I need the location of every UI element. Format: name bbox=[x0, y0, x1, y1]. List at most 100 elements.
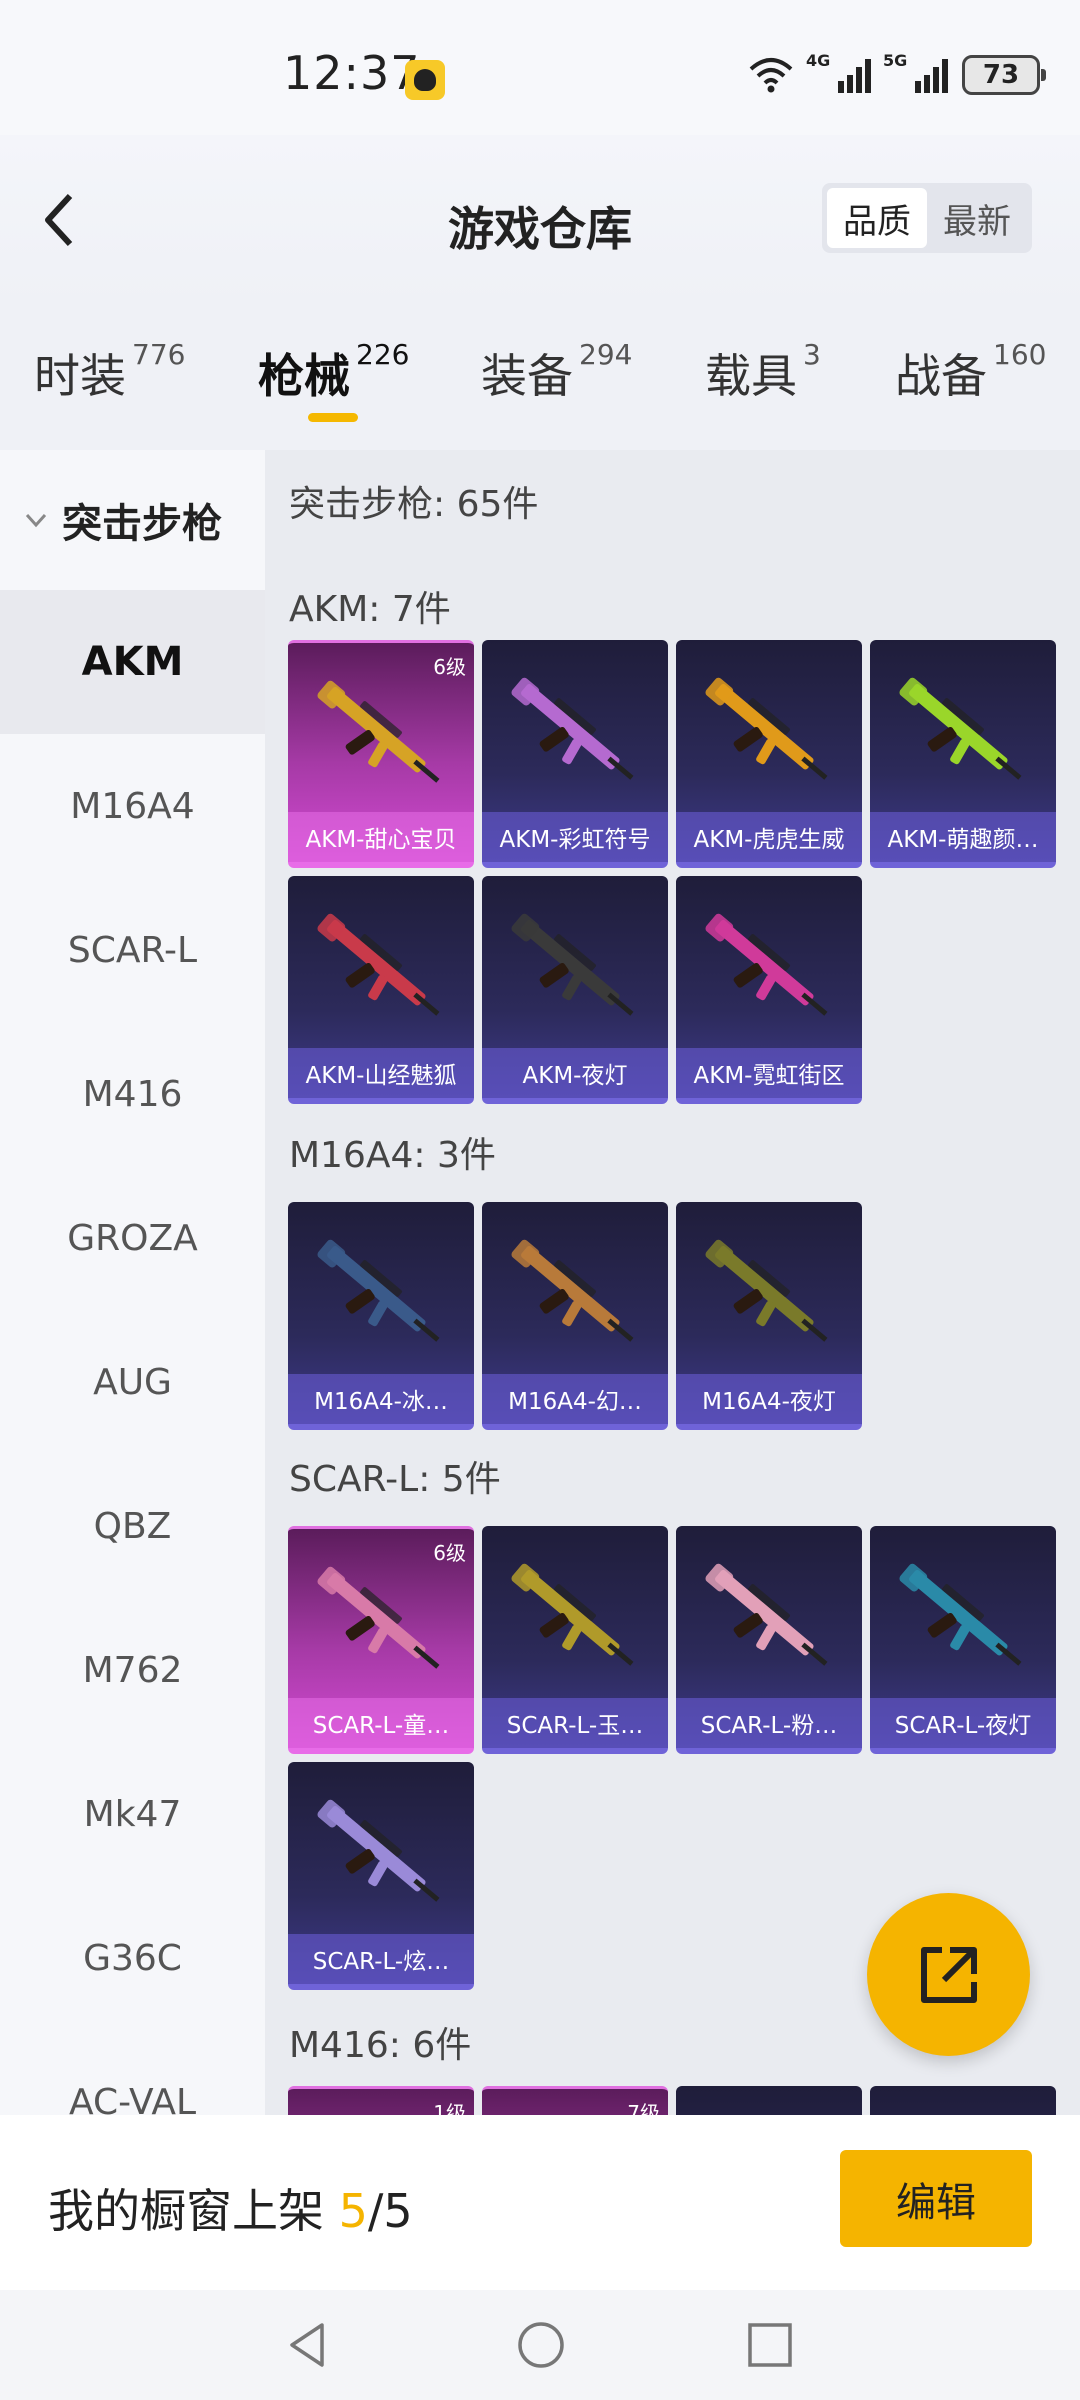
rifle-icon bbox=[705, 677, 828, 780]
tab-count: 226 bbox=[356, 338, 410, 371]
weapon-skin-name: AKM-甜心宝贝 bbox=[288, 812, 474, 862]
tab-count: 160 bbox=[993, 338, 1047, 371]
rifle-icon bbox=[694, 2106, 844, 2115]
tab-count: 294 bbox=[579, 338, 633, 371]
weapon-skin-card[interactable] bbox=[870, 2086, 1056, 2115]
nav-recents-icon[interactable] bbox=[740, 2315, 800, 2375]
tab-count: 3 bbox=[803, 338, 821, 371]
weapon-skin-name: SCAR-L-炫… bbox=[288, 1934, 474, 1984]
active-tab-indicator bbox=[308, 413, 358, 422]
weapon-skin-name: M16A4-夜灯 bbox=[676, 1374, 862, 1424]
rifle-icon bbox=[317, 913, 440, 1016]
tab-equipment[interactable]: 装备 294 bbox=[481, 338, 633, 406]
signal-4g-label: 4G bbox=[806, 51, 831, 70]
signal-4g-icon: 4G bbox=[806, 51, 871, 93]
status-bar: 12:37 4G 5G 73 bbox=[0, 0, 1080, 135]
weapon-skin-card[interactable]: 6级 SCAR-L-童… bbox=[288, 1526, 474, 1754]
nav-back-icon[interactable] bbox=[278, 2315, 338, 2375]
wifi-icon bbox=[749, 58, 793, 93]
sidebar-item-akm[interactable]: AKM bbox=[0, 590, 265, 734]
sidebar-item-mk47[interactable]: Mk47 bbox=[0, 1742, 265, 1886]
weapon-skin-name: AKM-彩虹符号 bbox=[482, 812, 668, 862]
weapon-skin-card[interactable]: AKM-夜灯 bbox=[482, 876, 668, 1104]
system-nav-bar bbox=[0, 2290, 1080, 2400]
level-badge: 7级 bbox=[627, 2101, 660, 2115]
group-title: M416: 6件 bbox=[289, 2025, 472, 2066]
sidebar-item-m762[interactable]: M762 bbox=[0, 1598, 265, 1742]
group-title: SCAR-L: 5件 bbox=[289, 1459, 501, 1500]
chevron-down-icon bbox=[25, 513, 47, 528]
weapon-skin-card[interactable]: AKM-山经魅狐 bbox=[288, 876, 474, 1104]
weapon-skin-card[interactable]: AKM-萌趣颜… bbox=[870, 640, 1056, 868]
weapon-skin-card[interactable]: 6级 AKM-甜心宝贝 bbox=[288, 640, 474, 868]
weapon-skin-name: SCAR-L-粉… bbox=[676, 1698, 862, 1748]
rifle-icon bbox=[899, 1563, 1022, 1666]
weapon-skin-card[interactable]: SCAR-L-炫… bbox=[288, 1762, 474, 1990]
nav-home-icon[interactable] bbox=[511, 2315, 571, 2375]
weapon-skin-card[interactable]: AKM-霓虹街区 bbox=[676, 876, 862, 1104]
rifle-icon bbox=[317, 1566, 440, 1669]
sort-quality-button[interactable]: 品质 bbox=[827, 188, 927, 248]
rifle-icon bbox=[317, 1239, 440, 1342]
sidebar-item-m416[interactable]: M416 bbox=[0, 1022, 265, 1166]
level-badge: 1级 bbox=[433, 2101, 466, 2115]
weapon-skin-name: AKM-夜灯 bbox=[482, 1048, 668, 1098]
tab-weapons[interactable]: 枪械 226 bbox=[258, 338, 410, 406]
weapon-skin-card[interactable]: AKM-彩虹符号 bbox=[482, 640, 668, 868]
tab-label: 装备 bbox=[481, 349, 573, 403]
weapon-skin-card[interactable]: SCAR-L-夜灯 bbox=[870, 1526, 1056, 1754]
weapon-skin-card[interactable]: 7级 bbox=[482, 2086, 668, 2115]
weapon-skin-card[interactable]: AKM-虎虎生威 bbox=[676, 640, 862, 868]
sort-toggle: 品质 最新 bbox=[822, 183, 1032, 253]
weapon-skin-card[interactable]: 1级 bbox=[288, 2086, 474, 2115]
sidebar-item-g36c[interactable]: G36C bbox=[0, 1886, 265, 2030]
group-title: AKM: 7件 bbox=[289, 589, 451, 630]
sidebar-item-aug[interactable]: AUG bbox=[0, 1310, 265, 1454]
showcase-label: 我的橱窗上架 bbox=[48, 2184, 339, 2238]
rifle-icon bbox=[511, 913, 634, 1016]
weapon-skin-name: M16A4-幻… bbox=[482, 1374, 668, 1424]
section-summary: 突击步枪: 65件 bbox=[289, 484, 539, 525]
weapon-skin-card[interactable]: SCAR-L-粉… bbox=[676, 1526, 862, 1754]
rifle-icon bbox=[899, 677, 1022, 780]
tab-label: 战备 bbox=[895, 349, 987, 403]
showcase-status: 我的橱窗上架 5/5 bbox=[48, 2175, 413, 2241]
sidebar-group-assault-rifles[interactable]: 突击步枪 bbox=[0, 450, 265, 590]
tab-vehicles[interactable]: 载具 3 bbox=[705, 338, 821, 406]
tab-outfits[interactable]: 时装 776 bbox=[34, 338, 185, 406]
edit-button[interactable]: 编辑 bbox=[840, 2150, 1032, 2247]
weapon-skin-card[interactable]: SCAR-L-玉… bbox=[482, 1526, 668, 1754]
share-icon bbox=[920, 1946, 977, 2003]
weapon-skin-card[interactable]: M16A4-冰… bbox=[288, 1202, 474, 1430]
level-badge: 6级 bbox=[433, 655, 466, 679]
weapon-skin-card[interactable]: M16A4-幻… bbox=[482, 1202, 668, 1430]
sidebar-item-qbz[interactable]: QBZ bbox=[0, 1454, 265, 1598]
weapon-skin-name: AKM-萌趣颜… bbox=[870, 812, 1056, 862]
signal-5g-icon: 5G bbox=[883, 51, 948, 93]
weapon-sidebar: 突击步枪 AKM M16A4 SCAR-L M416 GROZA AUG QBZ… bbox=[0, 450, 265, 2115]
status-time: 12:37 bbox=[283, 46, 421, 100]
weapon-skin-card[interactable] bbox=[676, 2086, 862, 2115]
rifle-icon bbox=[317, 680, 440, 783]
app-header: 游戏仓库 品质 最新 bbox=[0, 135, 1080, 305]
rifle-icon bbox=[888, 2106, 1038, 2115]
sidebar-item-groza[interactable]: GROZA bbox=[0, 1166, 265, 1310]
weapon-skin-name: SCAR-L-童… bbox=[288, 1698, 474, 1748]
rifle-icon bbox=[705, 1239, 828, 1342]
tab-supplies[interactable]: 战备 160 bbox=[895, 338, 1047, 406]
weapon-skin-name: M16A4-冰… bbox=[288, 1374, 474, 1424]
status-indicators: 4G 5G 73 bbox=[748, 51, 1046, 95]
sidebar-item-m16a4[interactable]: M16A4 bbox=[0, 734, 265, 878]
sidebar-item-ac-val[interactable]: AC-VAL bbox=[0, 2030, 265, 2116]
sidebar-item-scar-l[interactable]: SCAR-L bbox=[0, 878, 265, 1022]
rifle-icon bbox=[511, 1239, 634, 1342]
weapon-skin-name: SCAR-L-夜灯 bbox=[870, 1698, 1056, 1748]
rifle-icon bbox=[705, 913, 828, 1016]
weapon-grid: 突击步枪: 65件 AKM: 7件 6级 AKM-甜心宝贝 AKM-彩虹符号 AKM-虎… bbox=[265, 450, 1080, 2115]
category-tabs: 时装 776 枪械 226 装备 294 载具 3 战备 160 bbox=[0, 305, 1080, 450]
share-fab-button[interactable] bbox=[867, 1893, 1030, 2056]
showcase-total-count: /5 bbox=[367, 2184, 413, 2238]
weapon-skin-name: SCAR-L-玉… bbox=[482, 1698, 668, 1748]
weapon-skin-card[interactable]: M16A4-夜灯 bbox=[676, 1202, 862, 1430]
sort-newest-button[interactable]: 最新 bbox=[927, 188, 1027, 248]
